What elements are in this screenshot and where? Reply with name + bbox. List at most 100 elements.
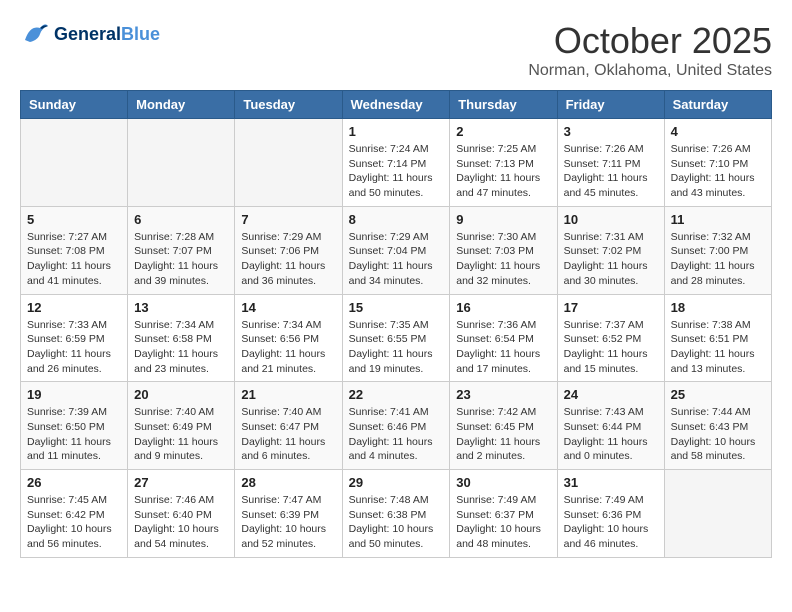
- calendar-cell: 12 Sunrise: 7:33 AM Sunset: 6:59 PM Dayli…: [21, 294, 128, 382]
- day-number: 10: [564, 212, 658, 227]
- day-number: 7: [241, 212, 335, 227]
- day-number: 1: [349, 124, 444, 139]
- col-header-wednesday: Wednesday: [342, 91, 450, 119]
- calendar-cell: 22Sunrise: 7:41 AM Sunset: 6:46 PM Dayli…: [342, 382, 450, 470]
- calendar-cell: [664, 470, 771, 558]
- col-header-saturday: Saturday: [664, 91, 771, 119]
- day-number: 31: [564, 475, 658, 490]
- calendar-table: SundayMondayTuesdayWednesdayThursdayFrid…: [20, 90, 772, 558]
- calendar-cell: 23Sunrise: 7:42 AM Sunset: 6:45 PM Dayli…: [450, 382, 557, 470]
- calendar-cell: 14 Sunrise: 7:34 AM Sunset: 6:56 PM Dayli…: [235, 294, 342, 382]
- day-number: 2: [456, 124, 550, 139]
- day-info: Sunrise: 7:42 AM Sunset: 6:45 PM Dayligh…: [456, 405, 550, 464]
- logo-icon: [20, 20, 50, 50]
- calendar-cell: 21 Sunrise: 7:40 AM Sunset: 6:47 PM Dayli…: [235, 382, 342, 470]
- calendar-cell: 16 Sunrise: 7:36 AM Sunset: 6:54 PM Dayli…: [450, 294, 557, 382]
- day-number: 18: [671, 300, 765, 315]
- day-info: Sunrise: 7:31 AM Sunset: 7:02 PM Dayligh…: [564, 230, 658, 289]
- day-number: 21: [241, 387, 335, 402]
- day-info: Sunrise: 7:25 AM Sunset: 7:13 PM Dayligh…: [456, 142, 550, 201]
- calendar-header-row: SundayMondayTuesdayWednesdayThursdayFrid…: [21, 91, 772, 119]
- calendar-cell: 19 Sunrise: 7:39 AM Sunset: 6:50 PM Dayli…: [21, 382, 128, 470]
- calendar-cell: 5 Sunrise: 7:27 AM Sunset: 7:08 PM Daylig…: [21, 206, 128, 294]
- day-info: Sunrise: 7:39 AM Sunset: 6:50 PM Dayligh…: [27, 405, 121, 464]
- calendar-cell: 28 Sunrise: 7:47 AM Sunset: 6:39 PM Dayli…: [235, 470, 342, 558]
- logo-text: GeneralBlue: [54, 24, 160, 46]
- day-info: Sunrise: 7:40 AM Sunset: 6:49 PM Dayligh…: [134, 405, 228, 464]
- day-number: 26: [27, 475, 121, 490]
- day-number: 29: [349, 475, 444, 490]
- week-row-3: 19 Sunrise: 7:39 AM Sunset: 6:50 PM Dayli…: [21, 382, 772, 470]
- day-number: 5: [27, 212, 121, 227]
- col-header-monday: Monday: [128, 91, 235, 119]
- page-header: GeneralBlue October 2025 Norman, Oklahom…: [20, 20, 772, 80]
- calendar-cell: 29 Sunrise: 7:48 AM Sunset: 6:38 PM Dayli…: [342, 470, 450, 558]
- day-number: 15: [349, 300, 444, 315]
- col-header-sunday: Sunday: [21, 91, 128, 119]
- day-info: Sunrise: 7:37 AM Sunset: 6:52 PM Dayligh…: [564, 318, 658, 377]
- calendar-cell: 27Sunrise: 7:46 AM Sunset: 6:40 PM Dayli…: [128, 470, 235, 558]
- calendar-cell: 25Sunrise: 7:44 AM Sunset: 6:43 PM Dayli…: [664, 382, 771, 470]
- day-info: Sunrise: 7:41 AM Sunset: 6:46 PM Dayligh…: [349, 405, 444, 464]
- day-info: Sunrise: 7:29 AM Sunset: 7:04 PM Dayligh…: [349, 230, 444, 289]
- day-number: 28: [241, 475, 335, 490]
- day-info: Sunrise: 7:34 AM Sunset: 6:56 PM Dayligh…: [241, 318, 335, 377]
- day-number: 30: [456, 475, 550, 490]
- day-info: Sunrise: 7:33 AM Sunset: 6:59 PM Dayligh…: [27, 318, 121, 377]
- day-info: Sunrise: 7:35 AM Sunset: 6:55 PM Dayligh…: [349, 318, 444, 377]
- day-number: 25: [671, 387, 765, 402]
- calendar-cell: 26 Sunrise: 7:45 AM Sunset: 6:42 PM Dayli…: [21, 470, 128, 558]
- day-info: Sunrise: 7:49 AM Sunset: 6:36 PM Dayligh…: [564, 493, 658, 552]
- day-info: Sunrise: 7:47 AM Sunset: 6:39 PM Dayligh…: [241, 493, 335, 552]
- month-title: October 2025: [528, 20, 772, 62]
- week-row-1: 5 Sunrise: 7:27 AM Sunset: 7:08 PM Daylig…: [21, 206, 772, 294]
- day-number: 20: [134, 387, 228, 402]
- day-info: Sunrise: 7:49 AM Sunset: 6:37 PM Dayligh…: [456, 493, 550, 552]
- day-number: 14: [241, 300, 335, 315]
- calendar-cell: 8 Sunrise: 7:29 AM Sunset: 7:04 PM Daylig…: [342, 206, 450, 294]
- location: Norman, Oklahoma, United States: [528, 62, 772, 80]
- col-header-thursday: Thursday: [450, 91, 557, 119]
- day-info: Sunrise: 7:24 AM Sunset: 7:14 PM Dayligh…: [349, 142, 444, 201]
- col-header-tuesday: Tuesday: [235, 91, 342, 119]
- day-info: Sunrise: 7:29 AM Sunset: 7:06 PM Dayligh…: [241, 230, 335, 289]
- day-info: Sunrise: 7:48 AM Sunset: 6:38 PM Dayligh…: [349, 493, 444, 552]
- calendar-cell: 4Sunrise: 7:26 AM Sunset: 7:10 PM Daylig…: [664, 119, 771, 207]
- day-number: 16: [456, 300, 550, 315]
- day-info: Sunrise: 7:32 AM Sunset: 7:00 PM Dayligh…: [671, 230, 765, 289]
- calendar-cell: 15 Sunrise: 7:35 AM Sunset: 6:55 PM Dayli…: [342, 294, 450, 382]
- calendar-cell: [128, 119, 235, 207]
- calendar-cell: 10 Sunrise: 7:31 AM Sunset: 7:02 PM Dayli…: [557, 206, 664, 294]
- calendar-cell: 7 Sunrise: 7:29 AM Sunset: 7:06 PM Daylig…: [235, 206, 342, 294]
- day-info: Sunrise: 7:45 AM Sunset: 6:42 PM Dayligh…: [27, 493, 121, 552]
- day-info: Sunrise: 7:27 AM Sunset: 7:08 PM Dayligh…: [27, 230, 121, 289]
- day-number: 13: [134, 300, 228, 315]
- col-header-friday: Friday: [557, 91, 664, 119]
- calendar-cell: 30 Sunrise: 7:49 AM Sunset: 6:37 PM Dayli…: [450, 470, 557, 558]
- calendar-cell: 9Sunrise: 7:30 AM Sunset: 7:03 PM Daylig…: [450, 206, 557, 294]
- day-info: Sunrise: 7:36 AM Sunset: 6:54 PM Dayligh…: [456, 318, 550, 377]
- day-info: Sunrise: 7:46 AM Sunset: 6:40 PM Dayligh…: [134, 493, 228, 552]
- title-section: October 2025 Norman, Oklahoma, United St…: [528, 20, 772, 80]
- calendar-cell: [21, 119, 128, 207]
- logo: GeneralBlue: [20, 20, 160, 50]
- calendar-cell: 2 Sunrise: 7:25 AM Sunset: 7:13 PM Daylig…: [450, 119, 557, 207]
- day-number: 6: [134, 212, 228, 227]
- calendar-cell: 6Sunrise: 7:28 AM Sunset: 7:07 PM Daylig…: [128, 206, 235, 294]
- calendar-cell: 18Sunrise: 7:38 AM Sunset: 6:51 PM Dayli…: [664, 294, 771, 382]
- day-info: Sunrise: 7:34 AM Sunset: 6:58 PM Dayligh…: [134, 318, 228, 377]
- day-number: 9: [456, 212, 550, 227]
- calendar-cell: 3Sunrise: 7:26 AM Sunset: 7:11 PM Daylig…: [557, 119, 664, 207]
- day-number: 11: [671, 212, 765, 227]
- day-info: Sunrise: 7:26 AM Sunset: 7:11 PM Dayligh…: [564, 142, 658, 201]
- day-number: 8: [349, 212, 444, 227]
- calendar-cell: 24Sunrise: 7:43 AM Sunset: 6:44 PM Dayli…: [557, 382, 664, 470]
- day-number: 12: [27, 300, 121, 315]
- calendar-cell: 1 Sunrise: 7:24 AM Sunset: 7:14 PM Daylig…: [342, 119, 450, 207]
- day-number: 17: [564, 300, 658, 315]
- day-number: 19: [27, 387, 121, 402]
- calendar-cell: [235, 119, 342, 207]
- day-number: 4: [671, 124, 765, 139]
- day-info: Sunrise: 7:40 AM Sunset: 6:47 PM Dayligh…: [241, 405, 335, 464]
- calendar-cell: 31 Sunrise: 7:49 AM Sunset: 6:36 PM Dayli…: [557, 470, 664, 558]
